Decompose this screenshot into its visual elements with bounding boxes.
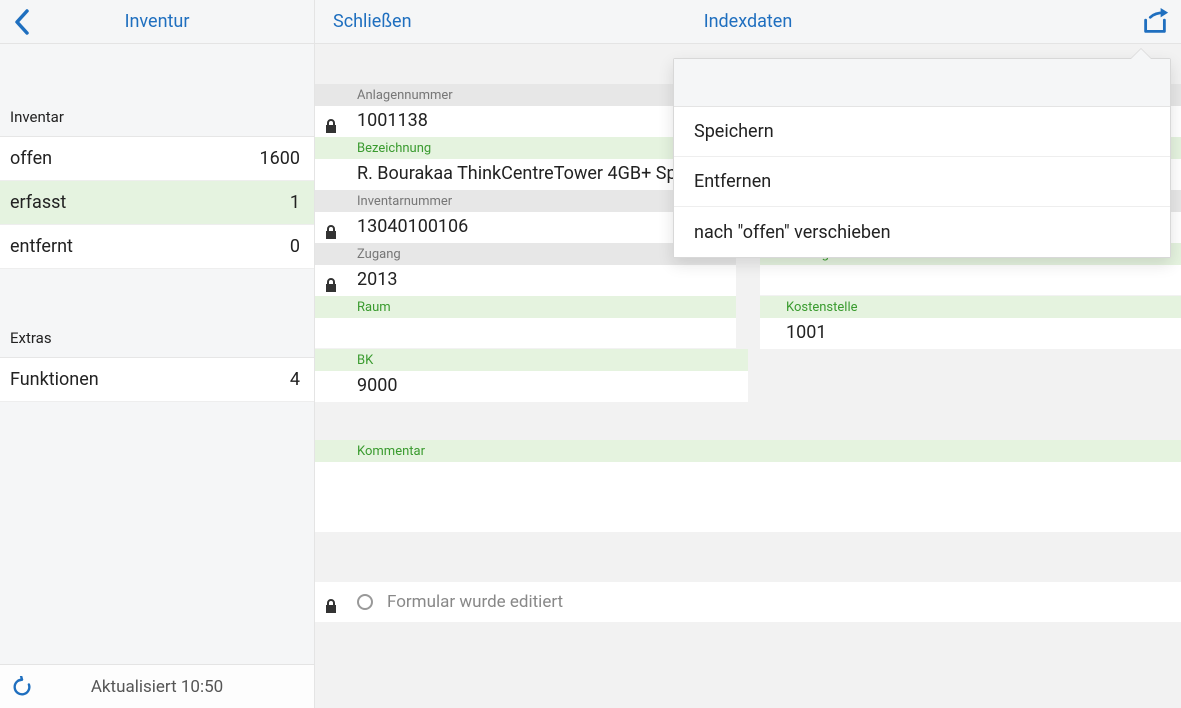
field-value: 2013 <box>315 265 736 296</box>
edited-label: Formular wurde editiert <box>387 592 563 612</box>
sidebar-footer: Aktualisiert 10:50 <box>0 664 314 708</box>
form-gap <box>315 532 1181 582</box>
sidebar-gap <box>0 269 314 321</box>
sidebar-item-erfasst[interactable]: erfasst 1 <box>0 181 314 225</box>
updated-label: Aktualisiert 10:50 <box>44 677 314 697</box>
sidebar: Inventur Inventar offen 1600 erfasst 1 e… <box>0 0 315 708</box>
sidebar-item-offen[interactable]: offen 1600 <box>0 137 314 181</box>
actions-button[interactable] <box>1129 0 1181 44</box>
menu-item-move[interactable]: nach "offen" verschieben <box>674 207 1170 257</box>
lock-icon <box>325 223 343 241</box>
field-edited-flag: Formular wurde editiert <box>315 582 1181 622</box>
sidebar-item-label: entfernt <box>10 236 73 257</box>
field-label: BK <box>315 349 748 371</box>
lock-icon <box>325 117 343 135</box>
sidebar-header: Inventur <box>0 0 314 44</box>
menu-item-remove[interactable]: Entfernen <box>674 157 1170 207</box>
field-kommentar[interactable]: Kommentar <box>315 440 1181 532</box>
sidebar-body: Inventar offen 1600 erfasst 1 entfernt 0… <box>0 44 314 664</box>
share-icon <box>1140 7 1170 37</box>
row-raum-kostenstelle: Raum Kostenstelle 1001 <box>315 296 1181 349</box>
main-panel: Schließen Indexdaten Anlagennummer 10011… <box>315 0 1181 708</box>
section-label-inventar: Inventar <box>0 100 314 137</box>
sidebar-item-count: 4 <box>290 369 300 390</box>
sidebar-item-count: 0 <box>290 236 300 257</box>
field-value[interactable] <box>315 318 736 348</box>
refresh-icon <box>11 676 33 698</box>
page-title: Indexdaten <box>315 11 1181 32</box>
field-label: Kostenstelle <box>760 296 1181 318</box>
back-button[interactable] <box>0 0 44 44</box>
field-value[interactable] <box>315 462 1181 532</box>
radio-icon <box>357 594 373 610</box>
field-label: Raum <box>315 296 736 318</box>
actions-menu-header <box>674 59 1170 107</box>
section-label-extras: Extras <box>0 321 314 358</box>
close-button[interactable]: Schließen <box>315 11 430 32</box>
sidebar-gap <box>0 44 314 100</box>
field-value[interactable]: 9000 <box>315 371 748 402</box>
refresh-button[interactable] <box>0 665 44 708</box>
sidebar-item-funktionen[interactable]: Funktionen 4 <box>0 358 314 402</box>
sidebar-item-count: 1 <box>290 192 300 213</box>
chevron-left-icon <box>13 8 31 36</box>
sidebar-item-label: offen <box>10 148 52 169</box>
field-raum[interactable]: Raum <box>315 296 736 349</box>
app-root: Inventur Inventar offen 1600 erfasst 1 e… <box>0 0 1181 708</box>
lock-icon <box>325 276 343 294</box>
sidebar-fill <box>0 402 314 664</box>
lock-icon <box>325 598 337 618</box>
actions-menu: Speichern Entfernen nach "offen" verschi… <box>673 58 1171 258</box>
sidebar-item-entfernt[interactable]: entfernt 0 <box>0 225 314 269</box>
field-label: Kommentar <box>315 440 1181 462</box>
field-value[interactable] <box>760 265 1181 295</box>
main-header: Schließen Indexdaten <box>315 0 1181 44</box>
sidebar-item-label: erfasst <box>10 192 66 213</box>
sidebar-item-count: 1600 <box>260 148 300 169</box>
sidebar-item-label: Funktionen <box>10 369 99 390</box>
sidebar-title: Inventur <box>44 11 314 32</box>
menu-item-save[interactable]: Speichern <box>674 107 1170 157</box>
field-bk[interactable]: BK 9000 <box>315 349 748 402</box>
form-gap <box>315 402 1181 440</box>
field-value[interactable]: 1001 <box>760 318 1181 349</box>
field-kostenstelle[interactable]: Kostenstelle 1001 <box>760 296 1181 349</box>
